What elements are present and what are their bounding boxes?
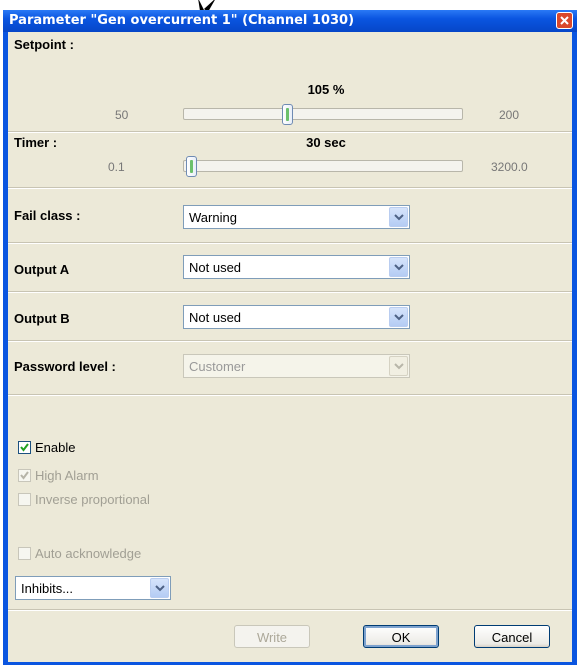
divider	[8, 187, 572, 189]
chevron-down-icon	[394, 264, 404, 271]
output-b-label: Output B	[14, 311, 70, 326]
setpoint-max: 200	[499, 108, 520, 122]
output-a-dropdown-button[interactable]	[389, 257, 408, 277]
timer-min: 0.1	[108, 160, 125, 174]
cancel-button-label: Cancel	[491, 630, 533, 645]
checkmark-icon	[20, 471, 29, 480]
auto-acknowledge-label: Auto acknowledge	[35, 546, 142, 561]
fail-class-select[interactable]: Warning	[183, 205, 410, 229]
output-a-select[interactable]: Not used	[183, 255, 410, 279]
divider	[8, 394, 572, 396]
ok-button-label: OK	[391, 630, 411, 645]
timer-slider[interactable]	[183, 156, 463, 177]
timer-max: 3200.0	[491, 160, 528, 174]
output-b-value: Not used	[189, 310, 242, 325]
checkmark-icon	[20, 443, 29, 452]
password-level-label: Password level :	[14, 359, 116, 374]
write-button: Write	[234, 625, 310, 648]
setpoint-min: 50	[115, 108, 129, 122]
divider	[8, 131, 572, 133]
cancel-button[interactable]: Cancel	[474, 625, 550, 648]
password-level-value: Customer	[189, 359, 246, 374]
close-icon	[560, 16, 569, 25]
inverse-proportional-checkbox	[18, 493, 31, 506]
fail-class-dropdown-button[interactable]	[389, 207, 408, 227]
divider	[8, 609, 572, 611]
inhibits-dropdown-button[interactable]	[150, 578, 169, 598]
setpoint-value: 105 %	[307, 82, 345, 97]
password-level-dropdown-button	[389, 356, 408, 376]
inhibits-select[interactable]: Inhibits...	[15, 576, 171, 600]
dialog-title: Parameter "Gen overcurrent 1" (Channel 1…	[9, 13, 355, 28]
enable-checkbox[interactable]	[18, 441, 31, 454]
title-bar[interactable]: Parameter "Gen overcurrent 1" (Channel 1…	[3, 10, 577, 32]
timer-slider-thumb[interactable]	[186, 156, 197, 177]
chevron-down-icon	[155, 585, 165, 592]
ok-button[interactable]: OK	[363, 625, 439, 648]
enable-label[interactable]: Enable	[35, 440, 75, 455]
timer-value: 30 sec	[306, 135, 346, 150]
write-button-label: Write	[256, 630, 288, 645]
auto-acknowledge-checkbox	[18, 547, 31, 560]
close-button[interactable]	[556, 12, 573, 29]
dialog-client-area: Setpoint : 105 % 50 200 Timer : 30 sec 0…	[8, 32, 572, 662]
high-alarm-label: High Alarm	[35, 468, 99, 483]
password-level-select: Customer	[183, 354, 410, 378]
setpoint-slider[interactable]	[183, 104, 463, 125]
setpoint-label: Setpoint :	[14, 37, 74, 52]
chevron-down-icon	[394, 363, 404, 370]
high-alarm-checkbox	[18, 469, 31, 482]
parameter-dialog: Parameter "Gen overcurrent 1" (Channel 1…	[3, 10, 577, 665]
fail-class-label: Fail class :	[14, 208, 81, 223]
fail-class-value: Warning	[189, 210, 237, 225]
output-a-label: Output A	[14, 262, 70, 277]
divider	[8, 242, 572, 244]
output-a-value: Not used	[189, 260, 242, 275]
inhibits-value: Inhibits...	[21, 581, 74, 596]
timer-label: Timer :	[14, 135, 58, 150]
divider	[8, 291, 572, 293]
output-b-select[interactable]: Not used	[183, 305, 410, 329]
output-b-dropdown-button[interactable]	[389, 307, 408, 327]
chevron-down-icon	[394, 214, 404, 221]
setpoint-slider-thumb[interactable]	[282, 104, 293, 125]
divider	[8, 340, 572, 342]
chevron-down-icon	[394, 314, 404, 321]
inverse-proportional-label: Inverse proportional	[35, 492, 150, 507]
